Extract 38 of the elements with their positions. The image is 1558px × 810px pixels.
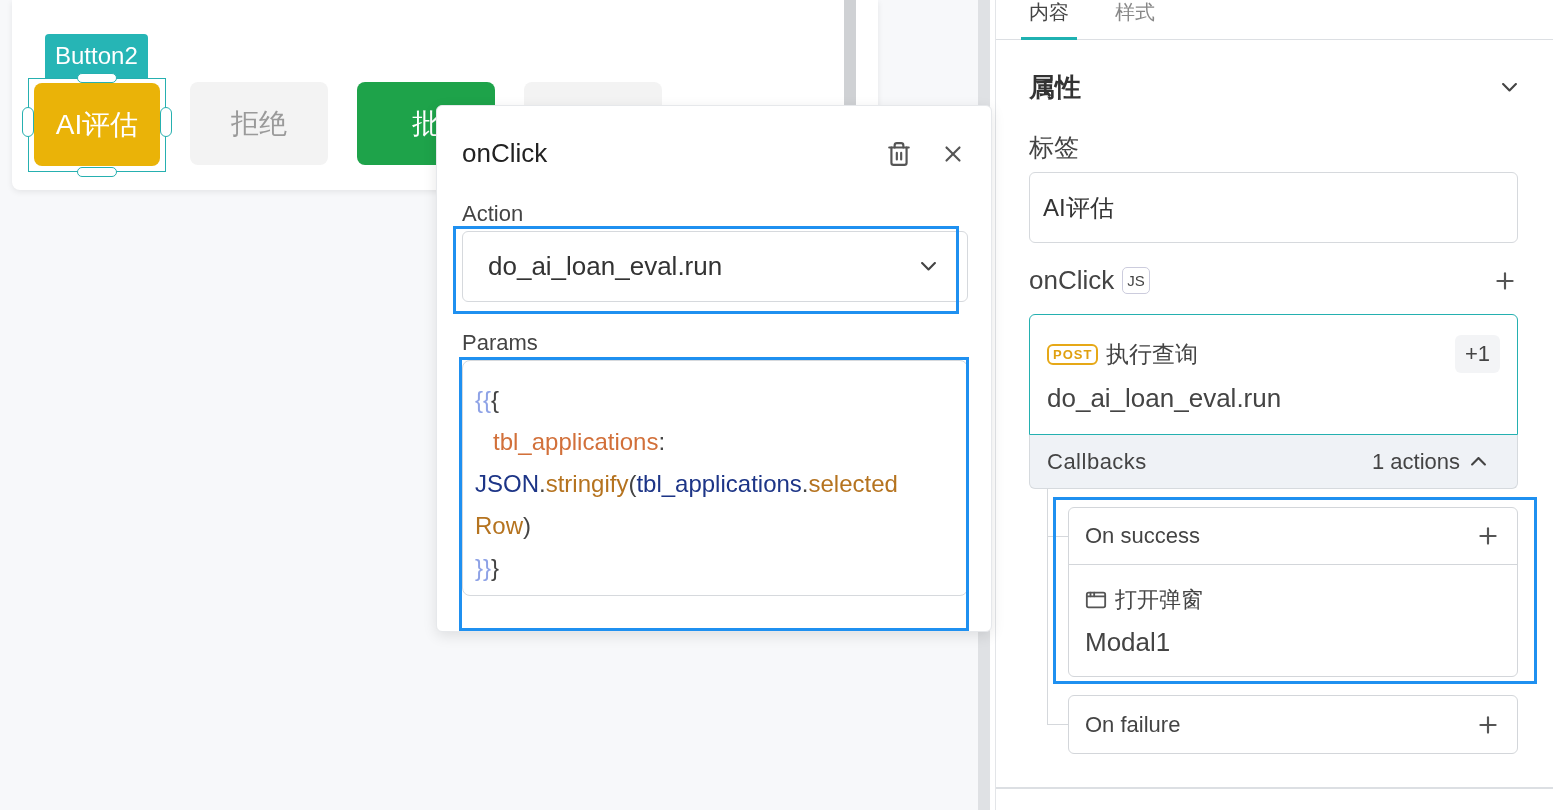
resize-handle[interactable] [77, 167, 117, 177]
resize-handle[interactable] [160, 107, 172, 137]
section-title: 属性 [1029, 71, 1081, 104]
event-name: onClick [1029, 265, 1115, 296]
query-name: do_ai_loan_eval.run [1047, 383, 1283, 414]
field-label: Action [462, 203, 525, 225]
label-input[interactable]: AI评估 [1029, 172, 1518, 243]
action-title: 执行查询 [1106, 339, 1199, 369]
field-label: Params [462, 332, 539, 354]
callbacks-count: 1 actions [1371, 448, 1460, 475]
panel-tab[interactable]: 样式 [1107, 0, 1163, 40]
chevron-icon[interactable] [1470, 457, 1487, 466]
scrollbar[interactable] [844, 0, 856, 105]
action-card[interactable]: POST 执行查询 +1 do_ai_loan_eval.run [1029, 314, 1518, 435]
window-icon [1085, 589, 1107, 611]
field-label: 标签 [1029, 132, 1080, 163]
count-badge: +1 [1454, 335, 1500, 373]
callback-title: On success [1085, 523, 1200, 549]
code-line: JSON.stringify(tbl_applications.selected [475, 469, 899, 499]
callbacks-bar[interactable]: Callbacks 1 actions [1029, 435, 1518, 489]
callback-title: On failure [1085, 711, 1181, 738]
code-line: {{{ [475, 385, 501, 415]
callback-target: Modal1 [1085, 627, 1172, 658]
callbacks-label: Callbacks [1047, 448, 1147, 475]
resize-handle[interactable] [77, 73, 117, 83]
widget-tag: Button2 [45, 34, 148, 78]
callback-action-title: 打开弹窗 [1115, 586, 1203, 614]
action-select[interactable]: do_ai_loan_eval.run [462, 231, 968, 302]
panel-tab[interactable]: 内容 [1021, 0, 1077, 40]
chevron-icon [920, 262, 937, 271]
method-badge: POST [1047, 343, 1099, 365]
js-badge[interactable]: JS [1122, 267, 1150, 294]
resize-handle[interactable] [22, 107, 34, 137]
code-line: Row) [475, 511, 532, 541]
trash-icon[interactable] [886, 140, 912, 167]
chevron-icon[interactable] [1501, 83, 1518, 92]
code-line: }}} [475, 553, 501, 583]
code-line: tbl_applications: [492, 427, 667, 457]
